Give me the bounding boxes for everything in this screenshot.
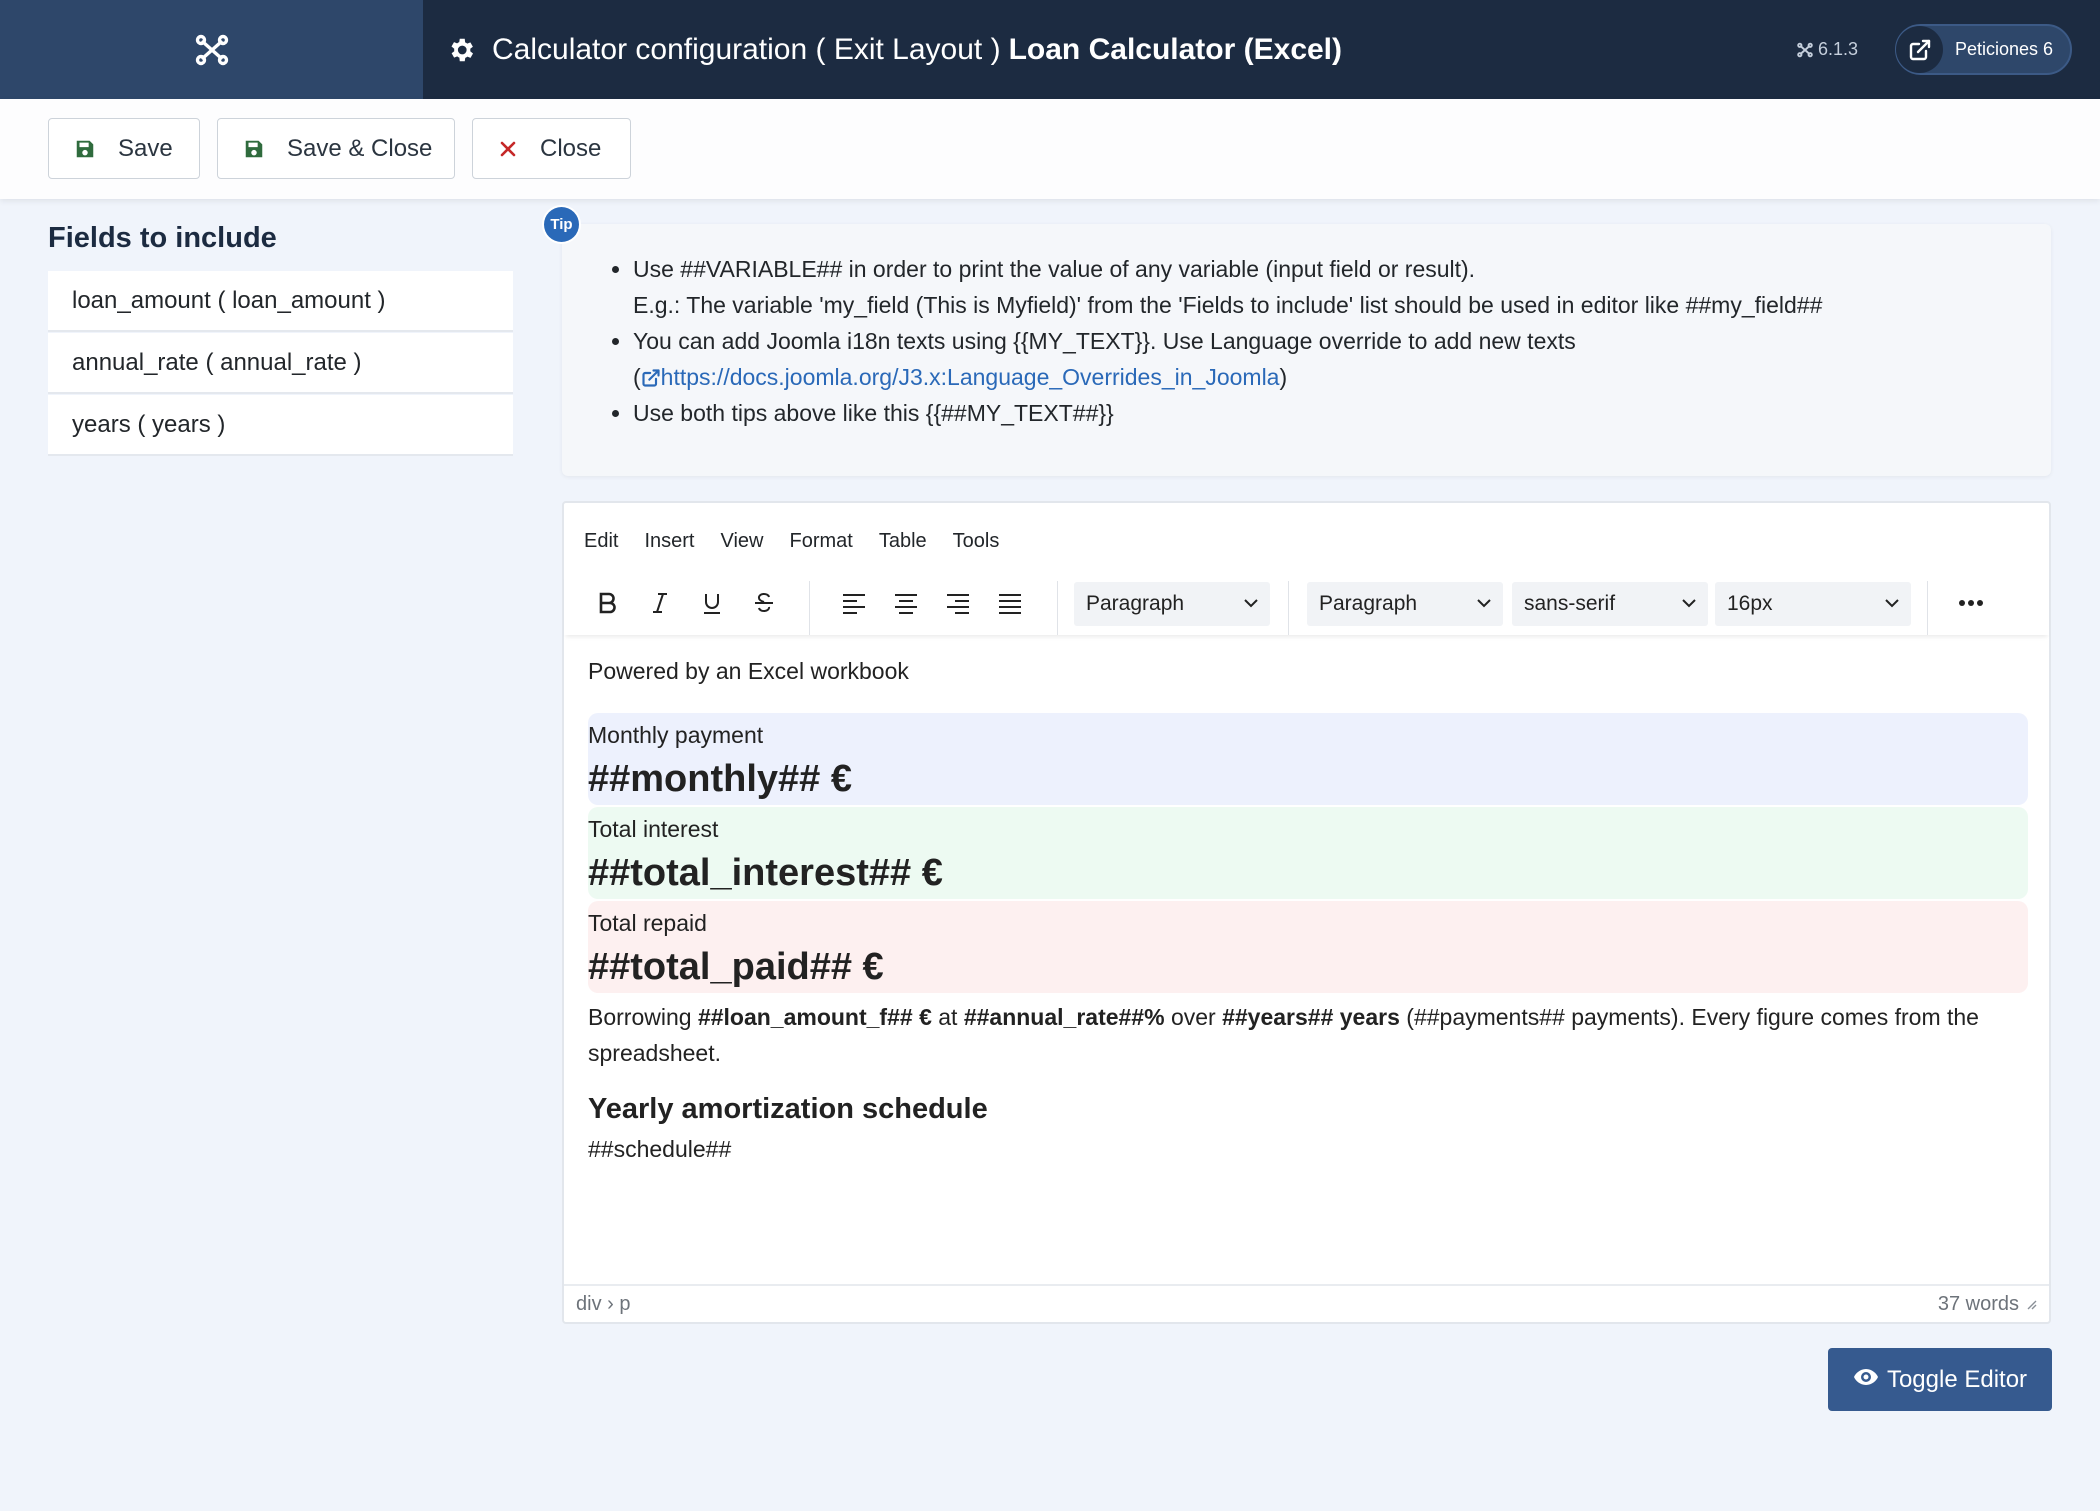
close-icon bbox=[498, 139, 518, 159]
editor-statusbar: div › p 37 words bbox=[564, 1284, 2049, 1322]
save-close-button[interactable]: Save & Close bbox=[217, 118, 455, 179]
menu-table[interactable]: Table bbox=[879, 530, 927, 553]
save-close-label: Save & Close bbox=[287, 134, 433, 162]
fields-list: loan_amount ( loan_amount ) annual_rate … bbox=[48, 271, 513, 457]
chevron-down-icon bbox=[1242, 594, 1260, 612]
font-family-select[interactable]: sans-serif bbox=[1512, 582, 1708, 626]
tip-item-variables: Use ##VARIABLE## in order to print the v… bbox=[633, 251, 1822, 323]
language-overrides-link[interactable]: https://docs.joomla.org/J3.x:Language_Ov… bbox=[661, 364, 1280, 390]
schedule-token: ##schedule## bbox=[588, 1136, 732, 1162]
save-label: Save bbox=[118, 134, 173, 162]
word-count[interactable]: 37 words bbox=[1938, 1293, 2019, 1316]
summary-paragraph: Borrowing ##loan_amount_f## € at ##annua… bbox=[588, 1004, 1979, 1066]
field-item-annual-rate[interactable]: annual_rate ( annual_rate ) bbox=[48, 333, 513, 394]
schedule-heading: Yearly amortization schedule bbox=[588, 1093, 988, 1125]
tip-badge: Tip bbox=[544, 207, 579, 242]
block-format-select[interactable]: Paragraph bbox=[1074, 582, 1270, 626]
gear-icon bbox=[446, 35, 476, 65]
total-repaid-block: Total repaid ##total_paid## € bbox=[588, 901, 2028, 993]
close-button[interactable]: Close bbox=[472, 118, 631, 179]
formatting-toolbar: Paragraph Paragraph sans-serif 16px bbox=[564, 573, 2049, 635]
close-label: Close bbox=[540, 134, 602, 162]
floppy-disk-icon bbox=[243, 138, 265, 160]
joomla-logo[interactable] bbox=[0, 0, 423, 99]
paragraph-format-select[interactable]: Paragraph bbox=[1307, 582, 1503, 626]
toggle-editor-label: Toggle Editor bbox=[1886, 1365, 2028, 1393]
title-calculator-name: Loan Calculator (Excel) bbox=[1008, 32, 1343, 66]
align-center-icon[interactable] bbox=[886, 583, 926, 623]
more-options-icon[interactable] bbox=[1951, 583, 1991, 623]
chevron-down-icon bbox=[1475, 594, 1493, 612]
requests-label: Peticiones 6 bbox=[1955, 39, 2054, 59]
action-toolbar: Save Save & Close Close bbox=[0, 99, 2100, 199]
field-item-loan-amount[interactable]: loan_amount ( loan_amount ) bbox=[48, 271, 513, 332]
toolbar-separator bbox=[1927, 581, 1928, 635]
toolbar-separator bbox=[1288, 581, 1289, 635]
intro-text: Powered by an Excel workbook bbox=[588, 658, 909, 684]
joomla-icon bbox=[195, 34, 228, 65]
fields-title: Fields to include bbox=[48, 222, 277, 254]
monthly-payment-value: ##monthly## € bbox=[588, 758, 852, 800]
editor-menubar: Edit Insert View Format Table Tools bbox=[564, 517, 1025, 565]
rich-text-editor: Edit Insert View Format Table Tools Para… bbox=[562, 501, 2051, 1324]
field-item-years[interactable]: years ( years ) bbox=[48, 395, 513, 456]
monthly-payment-label: Monthly payment bbox=[588, 722, 764, 748]
align-justify-icon[interactable] bbox=[990, 583, 1030, 623]
underline-icon[interactable] bbox=[692, 583, 732, 623]
chevron-down-icon bbox=[1680, 594, 1698, 612]
app-header: Calculator configuration ( Exit Layout )… bbox=[0, 0, 2100, 99]
external-link-icon bbox=[1896, 26, 1943, 73]
joomla-small-icon bbox=[1797, 42, 1813, 57]
toggle-editor-button[interactable]: Toggle Editor bbox=[1828, 1348, 2052, 1411]
editor-content[interactable]: Powered by an Excel workbook Monthly pay… bbox=[588, 658, 2028, 1163]
align-left-icon[interactable] bbox=[834, 583, 874, 623]
requests-button[interactable]: Peticiones 6 bbox=[1895, 24, 2072, 75]
monthly-payment-block: Monthly payment ##monthly## € bbox=[588, 713, 2028, 805]
total-interest-value: ##total_interest## € bbox=[588, 852, 943, 894]
page-title: Calculator configuration ( Exit Layout )… bbox=[446, 0, 1342, 99]
total-interest-block: Total interest ##total_interest## € bbox=[588, 807, 2028, 899]
element-path[interactable]: div › p bbox=[576, 1293, 630, 1316]
menu-format[interactable]: Format bbox=[790, 530, 853, 553]
toolbar-separator bbox=[1057, 581, 1058, 635]
bold-icon[interactable] bbox=[588, 583, 628, 623]
total-interest-label: Total interest bbox=[588, 816, 719, 842]
title-prefix: Calculator configuration ( Exit Layout ) bbox=[492, 32, 1001, 66]
resize-handle-icon[interactable] bbox=[2025, 1293, 2037, 1316]
chevron-down-icon bbox=[1883, 594, 1901, 612]
total-repaid-value: ##total_paid## € bbox=[588, 946, 884, 988]
floppy-disk-icon bbox=[74, 138, 96, 160]
save-button[interactable]: Save bbox=[48, 118, 200, 179]
italic-icon[interactable] bbox=[640, 583, 680, 623]
menu-edit[interactable]: Edit bbox=[584, 530, 618, 553]
tip-box: Use ##VARIABLE## in order to print the v… bbox=[562, 224, 2051, 476]
version-number: 6.1.3 bbox=[1818, 39, 1859, 59]
total-repaid-label: Total repaid bbox=[588, 910, 707, 936]
menu-insert[interactable]: Insert bbox=[644, 530, 694, 553]
toolbar-separator bbox=[809, 581, 810, 635]
menu-view[interactable]: View bbox=[721, 530, 764, 553]
eye-icon bbox=[1853, 1366, 1879, 1394]
external-link-icon bbox=[641, 364, 661, 390]
font-size-select[interactable]: 16px bbox=[1715, 582, 1911, 626]
align-right-icon[interactable] bbox=[938, 583, 978, 623]
strikethrough-icon[interactable] bbox=[744, 583, 784, 623]
tip-item-i18n: You can add Joomla i18n texts using {{MY… bbox=[633, 323, 1822, 395]
version-info: 6.1.3 bbox=[1797, 0, 1858, 99]
tip-item-combined: Use both tips above like this {{##MY_TEX… bbox=[633, 395, 1822, 431]
menu-tools[interactable]: Tools bbox=[953, 530, 1000, 553]
